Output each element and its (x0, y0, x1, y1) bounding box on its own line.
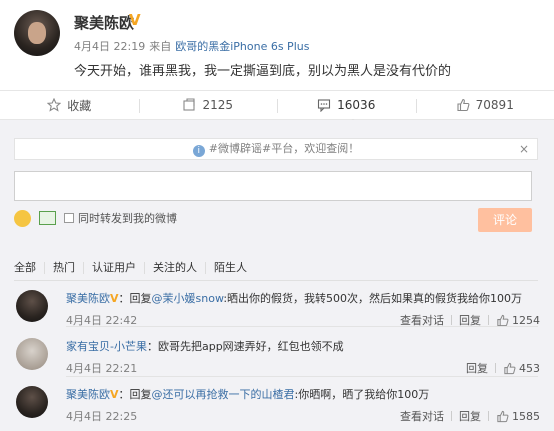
comment-divider (66, 376, 538, 377)
mention-link[interactable]: @还可以再抢救一下的山楂君 (152, 388, 295, 401)
verified-icon: V (110, 292, 119, 305)
comment-submit-button[interactable]: 评论 (478, 208, 532, 232)
comment-actions: 查看对话 回复 1585 (400, 408, 540, 424)
reply-link[interactable]: 回复 (459, 408, 481, 424)
comment-actions: 回复 453 (466, 360, 540, 376)
comment-body: :晒出你的假货，我转500次，然后如果真的假货我给你100万 (223, 292, 523, 305)
action-bar: 收藏 2125 16036 70891 (0, 90, 554, 120)
comment-icon (318, 99, 331, 112)
comment-prefix: ： (146, 340, 158, 353)
emoji-icon[interactable] (14, 209, 31, 227)
filter-following[interactable]: 关注的人 (144, 262, 205, 274)
comment-text: 家有宝贝-小芒果：欧哥先把app网速弄好，红包也领不成 (66, 338, 344, 354)
star-icon (47, 98, 62, 112)
commenter-name[interactable]: 家有宝贝-小芒果 (66, 340, 147, 353)
image-icon[interactable] (39, 211, 56, 225)
view-dialog-link[interactable]: 查看对话 (400, 408, 444, 424)
post-text: 今天开始，谁再黑我，我一定撕逼到底，别以为黑人是没有代价的 (74, 64, 452, 79)
author-avatar[interactable] (14, 10, 60, 56)
post-meta: 4月4日 22:19 来自 欧哥的黑金iPhone 6s Plus (74, 38, 313, 54)
like-count: 70891 (475, 98, 514, 112)
filter-verified[interactable]: 认证用户 (83, 262, 144, 274)
close-icon[interactable]: × (519, 139, 529, 159)
comment-item: 聚美陈欧V：回复@还可以再抢救一下的山楂君:你晒啊，晒了我给你100万 4月4日… (0, 382, 554, 430)
comment-time: 4月4日 22:25 (66, 410, 138, 423)
comment-section: i #微博辟谣#平台，欢迎查阅！ × 同时转发到我的微博 评论 全部 热门 认证用… (0, 120, 554, 431)
favorite-label: 收藏 (67, 98, 92, 113)
separator (451, 315, 452, 325)
post-card: 聚美陈欧 V 4月4日 22:19 来自 欧哥的黑金iPhone 6s Plus 今… (0, 0, 554, 88)
comment-like-count: 453 (519, 361, 540, 375)
info-icon: i (192, 145, 205, 157)
author-name[interactable]: 聚美陈欧 (74, 12, 134, 33)
comment-count: 16036 (337, 98, 376, 112)
commenter-avatar[interactable] (16, 338, 48, 370)
comment-body: 欧哥先把app网速弄好，红包也领不成 (157, 340, 344, 353)
favorite-button[interactable]: 收藏 (0, 91, 139, 119)
repost-button[interactable]: 2125 (138, 91, 278, 119)
divider (14, 280, 538, 281)
comment-filter-tabs: 全部 热门 认证用户 关注的人 陌生人 (14, 262, 255, 274)
post-date[interactable]: 4月4日 22:19 (74, 40, 145, 53)
separator (488, 411, 489, 421)
like-button[interactable]: 70891 (415, 91, 554, 119)
thumbs-up-icon (457, 98, 470, 112)
separator (488, 315, 489, 325)
commenter-avatar[interactable] (16, 386, 48, 418)
commenter-name[interactable]: 聚美陈欧 (66, 388, 110, 401)
comment-time: 4月4日 22:21 (66, 362, 138, 375)
post-via: 来自 (149, 40, 172, 53)
comment-item: 家有宝贝-小芒果：欧哥先把app网速弄好，红包也领不成 4月4日 22:21 回… (0, 334, 554, 382)
verified-icon: V (129, 11, 141, 29)
repost-icon (183, 98, 196, 111)
comment-prefix: ：回复 (118, 388, 152, 401)
repost-count: 2125 (202, 98, 234, 112)
comment-text: 聚美陈欧V：回复@还可以再抢救一下的山楂君:你晒啊，晒了我给你100万 (66, 386, 429, 402)
comment-like-count: 1254 (512, 313, 540, 327)
commenter-name[interactable]: 聚美陈欧 (66, 292, 110, 305)
verified-icon: V (110, 388, 119, 401)
commenter-avatar[interactable] (16, 290, 48, 322)
comment-input[interactable] (14, 171, 532, 201)
notice-text: #微博辟谣#平台，欢迎查阅！ (208, 142, 360, 155)
mention-link[interactable]: @茉小媛snow (152, 292, 224, 305)
compose-tools: 同时转发到我的微博 (14, 208, 177, 228)
filter-all[interactable]: 全部 (14, 262, 44, 274)
thumbs-up-icon[interactable] (496, 410, 509, 423)
comment-prefix: ：回复 (118, 292, 152, 305)
separator (451, 411, 452, 421)
rumor-notice-banner[interactable]: i #微博辟谣#平台，欢迎查阅！ × (14, 138, 538, 160)
thumbs-up-icon[interactable] (503, 362, 516, 375)
comment-divider (66, 326, 538, 327)
avatar-face (28, 22, 46, 44)
comment-like-count: 1585 (512, 409, 540, 423)
filter-hot[interactable]: 热门 (44, 262, 83, 274)
repost-checkbox-label[interactable]: 同时转发到我的微博 (78, 210, 177, 226)
separator (495, 363, 496, 373)
weibo-post-page: 聚美陈欧 V 4月4日 22:19 来自 欧哥的黑金iPhone 6s Plus 今… (0, 0, 554, 431)
comment-button[interactable]: 16036 (277, 91, 416, 119)
comment-text: 聚美陈欧V：回复@茉小媛snow:晒出你的假货，我转500次，然后如果真的假货我… (66, 290, 522, 306)
post-device[interactable]: 欧哥的黑金iPhone 6s Plus (175, 40, 309, 53)
thumbs-up-icon[interactable] (496, 314, 509, 327)
repost-checkbox[interactable] (64, 213, 74, 223)
filter-strangers[interactable]: 陌生人 (205, 262, 255, 274)
reply-link[interactable]: 回复 (466, 360, 488, 376)
comment-body: :你晒啊，晒了我给你100万 (294, 388, 430, 401)
